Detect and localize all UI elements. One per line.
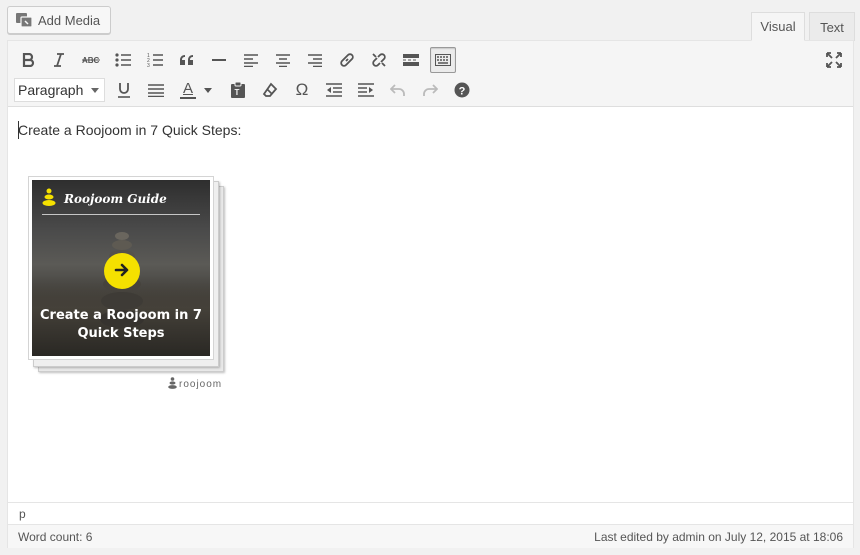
unlink-button[interactable] xyxy=(366,47,392,73)
justify-button[interactable] xyxy=(143,77,169,103)
add-media-label: Add Media xyxy=(38,12,101,28)
indent-button[interactable] xyxy=(353,77,379,103)
bold-button[interactable] xyxy=(15,47,41,73)
special-character-icon: Ω xyxy=(295,80,309,99)
roojoom-embed[interactable]: Roojoom Guide Create a Roojoom in 7 Quic… xyxy=(28,176,228,390)
clear-formatting-icon xyxy=(262,82,278,98)
align-center-button[interactable] xyxy=(270,47,296,73)
editor: ABC 123 Paragraph A T Ω ? Create a Roojo… xyxy=(7,40,854,548)
last-edited: Last edited by admin on July 12, 2015 at… xyxy=(594,529,843,544)
roojoom-brand-icon xyxy=(168,377,177,392)
path-element[interactable]: p xyxy=(19,507,26,521)
roojoom-brand[interactable]: roojoom xyxy=(168,377,222,392)
add-media-button[interactable]: Add Media xyxy=(7,6,111,34)
bullet-list-button[interactable] xyxy=(110,47,136,73)
justify-icon xyxy=(148,83,164,97)
toolbar-toggle-button[interactable] xyxy=(430,47,456,73)
numbered-list-button[interactable]: 123 xyxy=(142,47,168,73)
format-select-value: Paragraph xyxy=(18,82,84,98)
paste-text-button[interactable]: T xyxy=(225,77,251,103)
play-button[interactable] xyxy=(104,253,140,289)
format-select[interactable]: Paragraph xyxy=(14,78,105,102)
card-title: Roojoom Guide xyxy=(64,191,167,206)
horizontal-rule-button[interactable] xyxy=(206,47,232,73)
strikethrough-icon: ABC xyxy=(82,55,100,65)
toolbar-toggle-icon xyxy=(435,54,451,66)
svg-text:T: T xyxy=(235,88,240,97)
strikethrough-button[interactable]: ABC xyxy=(78,47,104,73)
special-character-button[interactable]: Ω xyxy=(289,77,315,103)
card-caption-line1: Create a Roojoom in 7 xyxy=(40,308,202,323)
blockquote-button[interactable] xyxy=(174,47,200,73)
card-image: Roojoom Guide Create a Roojoom in 7 Quic… xyxy=(32,180,210,356)
editor-toolbar: ABC 123 Paragraph A T Ω ? xyxy=(8,41,853,107)
svg-text:3: 3 xyxy=(147,63,150,67)
status-bar: Word count: 6 Last edited by admin on Ju… xyxy=(8,524,853,548)
roojoom-logo-icon xyxy=(42,188,56,209)
svg-text:?: ? xyxy=(459,85,466,97)
bold-icon xyxy=(21,53,35,67)
roojoom-brand-label: roojoom xyxy=(179,379,223,390)
link-icon xyxy=(339,52,355,68)
tab-text[interactable]: Text xyxy=(809,12,855,41)
card-caption: Create a Roojoom in 7 Quick Steps xyxy=(40,307,202,343)
align-center-icon xyxy=(276,53,290,67)
numbered-list-icon: 123 xyxy=(147,53,163,67)
outdent-button[interactable] xyxy=(321,77,347,103)
align-right-button[interactable] xyxy=(302,47,328,73)
help-button[interactable]: ? xyxy=(449,77,475,103)
underline-icon xyxy=(117,82,131,98)
outdent-icon xyxy=(326,83,342,97)
read-more-button[interactable] xyxy=(398,47,424,73)
blockquote-icon xyxy=(179,54,195,66)
text-color-button[interactable]: A xyxy=(175,77,217,103)
align-right-icon xyxy=(308,53,322,67)
editor-content[interactable]: Create a Roojoom in 7 Quick Steps: Roojo… xyxy=(8,108,853,501)
content-paragraph[interactable]: Create a Roojoom in 7 Quick Steps: xyxy=(18,122,241,138)
element-path: p xyxy=(8,502,853,524)
redo-button[interactable] xyxy=(417,77,443,103)
paste-text-icon: T xyxy=(230,82,246,98)
card-divider xyxy=(42,214,200,215)
bullet-list-icon xyxy=(115,53,131,67)
tab-visual[interactable]: Visual xyxy=(751,12,805,41)
indent-icon xyxy=(358,83,374,97)
card-header: Roojoom Guide xyxy=(42,188,167,209)
card-caption-line2: Quick Steps xyxy=(77,326,165,341)
text-color-letter: A xyxy=(182,79,193,97)
undo-button[interactable] xyxy=(385,77,411,103)
italic-icon xyxy=(52,53,66,67)
arrow-right-icon xyxy=(114,262,130,281)
underline-button[interactable] xyxy=(111,77,137,103)
unlink-icon xyxy=(371,52,387,68)
align-left-button[interactable] xyxy=(238,47,264,73)
media-icon xyxy=(16,12,32,28)
italic-button[interactable] xyxy=(46,47,72,73)
link-button[interactable] xyxy=(334,47,360,73)
help-icon: ? xyxy=(454,82,470,98)
undo-icon xyxy=(390,82,406,98)
fullscreen-button[interactable] xyxy=(821,47,847,73)
redo-icon xyxy=(422,82,438,98)
horizontal-rule-icon xyxy=(212,58,226,62)
clear-formatting-button[interactable] xyxy=(257,77,283,103)
roojoom-card[interactable]: Roojoom Guide Create a Roojoom in 7 Quic… xyxy=(28,176,214,360)
text-color-icon: A xyxy=(180,79,212,99)
align-left-icon xyxy=(244,53,258,67)
word-count: Word count: 6 xyxy=(18,529,93,544)
chevron-down-icon xyxy=(91,88,99,93)
read-more-icon xyxy=(403,54,419,66)
fullscreen-icon xyxy=(826,52,842,68)
